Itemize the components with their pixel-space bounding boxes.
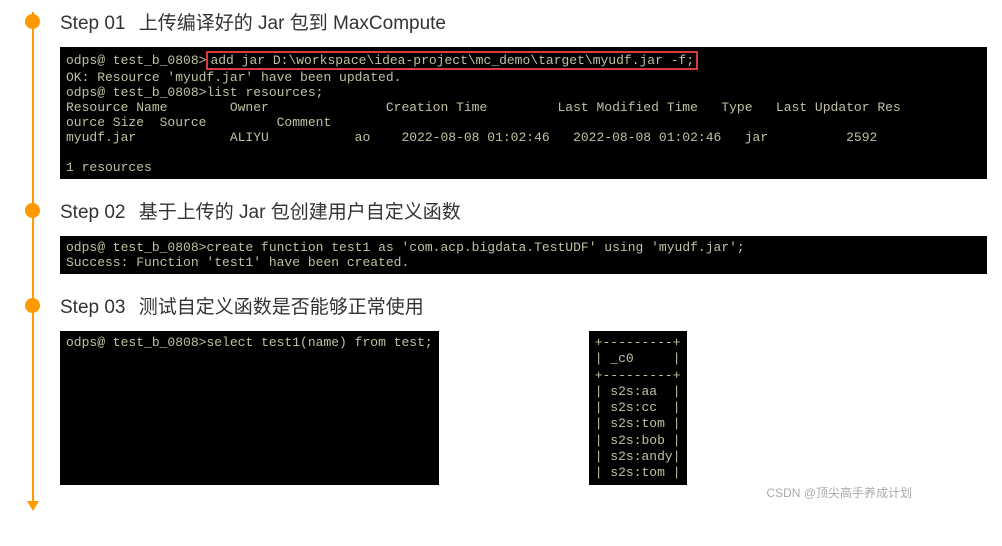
step-03-label: Step 03 bbox=[60, 297, 126, 318]
result-row: | s2s:tom | bbox=[595, 416, 681, 431]
prompt: odps@ test_b_0808> bbox=[66, 335, 206, 350]
watermark: CSDN @顶尖高手养成计划 bbox=[766, 484, 912, 501]
timeline-dot-icon bbox=[25, 203, 40, 218]
terminal-03-query: odps@ test_b_0808>select test1(name) fro… bbox=[60, 331, 439, 485]
prompt: odps@ test_b_0808> bbox=[66, 53, 206, 68]
step-03-title: 测试自定义函数是否能够正常使用 bbox=[139, 297, 424, 318]
prompt: odps@ test_b_0808> bbox=[66, 240, 206, 255]
step-02-label: Step 02 bbox=[60, 202, 126, 223]
step-01-header: Step 01 上传编译好的 Jar 包到 MaxCompute bbox=[60, 8, 987, 35]
table-header: Resource Name Owner Creation Time Last M… bbox=[66, 100, 901, 115]
result-header: | _c0 | bbox=[595, 351, 681, 366]
step-02-title: 基于上传的 Jar 包创建用户自定义函数 bbox=[139, 202, 461, 223]
result-row: | s2s:tom | bbox=[595, 465, 681, 480]
command: list resources; bbox=[206, 85, 323, 100]
terminal-03-result: +---------+ | _c0 | +---------+ | s2s:aa… bbox=[589, 331, 687, 485]
command: create function test1 as 'com.acp.bigdat… bbox=[206, 240, 744, 255]
highlighted-command: add jar D:\workspace\idea-project\mc_dem… bbox=[206, 51, 698, 70]
step-03-header: Step 03 测试自定义函数是否能够正常使用 bbox=[60, 292, 987, 319]
command: select test1(name) from test; bbox=[206, 335, 432, 350]
result-row: | s2s:andy| bbox=[595, 449, 681, 464]
result-row: | s2s:bob | bbox=[595, 433, 681, 448]
step-01-title: 上传编译好的 Jar 包到 MaxCompute bbox=[139, 13, 446, 34]
result-sep: +---------+ bbox=[595, 335, 681, 350]
terminal-02: odps@ test_b_0808>create function test1 … bbox=[60, 236, 987, 274]
step-01-label: Step 01 bbox=[60, 13, 126, 34]
table-header-2: ource Size Source Comment bbox=[66, 115, 331, 130]
step-01: Step 01 上传编译好的 Jar 包到 MaxCompute odps@ t… bbox=[25, 8, 987, 179]
result-sep: +---------+ bbox=[595, 368, 681, 383]
timeline-arrow-icon bbox=[27, 501, 39, 511]
timeline-dot-icon bbox=[25, 14, 40, 29]
output-line: OK: Resource 'myudf.jar' have been updat… bbox=[66, 70, 401, 85]
result-row: | s2s:cc | bbox=[595, 400, 681, 415]
timeline-dot-icon bbox=[25, 298, 40, 313]
step-03: Step 03 测试自定义函数是否能够正常使用 odps@ test_b_080… bbox=[25, 292, 987, 485]
table-row: myudf.jar ALIYU ao 2022-08-08 01:02:46 2… bbox=[66, 130, 877, 145]
prompt: odps@ test_b_0808> bbox=[66, 85, 206, 100]
step-02: Step 02 基于上传的 Jar 包创建用户自定义函数 odps@ test_… bbox=[25, 197, 987, 274]
output-line: 1 resources bbox=[66, 160, 152, 175]
output-line: Success: Function 'test1' have been crea… bbox=[66, 255, 409, 270]
result-row: | s2s:aa | bbox=[595, 384, 681, 399]
terminal-01: odps@ test_b_0808>add jar D:\workspace\i… bbox=[60, 47, 987, 179]
step-02-header: Step 02 基于上传的 Jar 包创建用户自定义函数 bbox=[60, 197, 987, 224]
